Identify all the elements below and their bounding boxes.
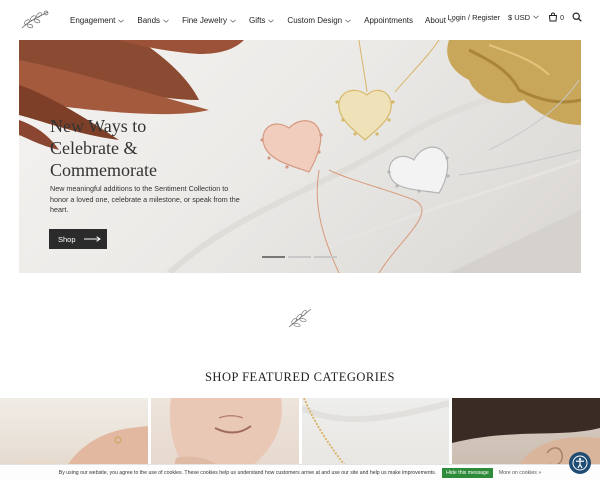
shop-button[interactable]: Shop xyxy=(49,229,107,249)
nav-item-label: Engagement xyxy=(70,16,116,25)
search-icon[interactable] xyxy=(572,12,582,22)
nav-item-label: Gifts xyxy=(248,16,266,25)
cookie-text: By using our website, you agree to the u… xyxy=(58,470,437,476)
nav-item-gifts[interactable]: Gifts xyxy=(249,16,275,25)
featured-categories-title: SHOP FEATURED CATEGORIES xyxy=(204,370,396,384)
nav-item-custom-design[interactable]: Custom Design xyxy=(287,16,352,25)
hero-title-line: Commemorate xyxy=(50,160,157,180)
slider-dot[interactable] xyxy=(288,256,311,258)
nav-item-label: Fine Jewelry xyxy=(182,16,227,25)
chevron-down-icon xyxy=(230,19,236,23)
header-tools: Login / Register $ USD 0 xyxy=(447,12,582,22)
slider-dot[interactable] xyxy=(262,256,285,258)
currency-selector[interactable]: $ USD xyxy=(508,13,540,22)
site-header: Engagement Bands Fine Jewelry Gifts Custom D… xyxy=(0,0,600,40)
nav-item-fine-jewelry[interactable]: Fine Jewelry xyxy=(182,16,237,25)
hide-message-button[interactable]: Hide this message xyxy=(442,468,493,478)
chevron-down-icon xyxy=(533,15,539,19)
logo-icon[interactable] xyxy=(18,6,52,34)
accessibility-button[interactable] xyxy=(569,452,591,474)
hero-description: New meaningful additions to the Sentimen… xyxy=(50,184,240,214)
hero-title-line: Celebrate & xyxy=(50,138,138,158)
cookie-banner: By using our website, you agree to the u… xyxy=(0,464,600,481)
nav-item-engagement[interactable]: Engagement xyxy=(70,16,125,25)
arrow-right-icon xyxy=(83,236,101,242)
accessibility-icon xyxy=(572,455,588,471)
currency-label: $ USD xyxy=(508,12,531,22)
login-register-link[interactable]: Login / Register xyxy=(447,13,500,22)
nav-item-label: Appointments xyxy=(364,16,414,25)
chevron-down-icon xyxy=(163,19,169,23)
slider-dot[interactable] xyxy=(314,256,337,258)
sprig-divider-icon xyxy=(288,308,312,328)
shop-button-label: Shop xyxy=(58,234,76,244)
nav-item-appointments[interactable]: Appointments xyxy=(364,16,413,25)
chevron-down-icon xyxy=(118,19,125,23)
main-nav: Engagement Bands Fine Jewelry Gifts Custom D… xyxy=(70,16,468,25)
nav-item-bands[interactable]: Bands xyxy=(137,16,170,25)
nav-item-label: Custom Design xyxy=(287,16,343,25)
hero-title: New Ways to Celebrate & Commemorate xyxy=(50,115,230,181)
cart-icon xyxy=(549,12,558,22)
nav-item-label: About xyxy=(425,16,446,25)
slider-dots xyxy=(262,256,337,258)
chevron-down-icon xyxy=(268,19,275,23)
nav-item-label: Bands xyxy=(137,16,161,25)
cart-count: 0 xyxy=(560,15,564,22)
chevron-down-icon xyxy=(345,19,351,23)
cart-button[interactable]: 0 xyxy=(548,12,564,22)
hero-banner: New Ways to Celebrate & Commemorate New … xyxy=(19,40,581,273)
more-on-cookies-link[interactable]: More on cookies » xyxy=(499,470,541,476)
hero-title-line: New Ways to xyxy=(50,116,147,136)
